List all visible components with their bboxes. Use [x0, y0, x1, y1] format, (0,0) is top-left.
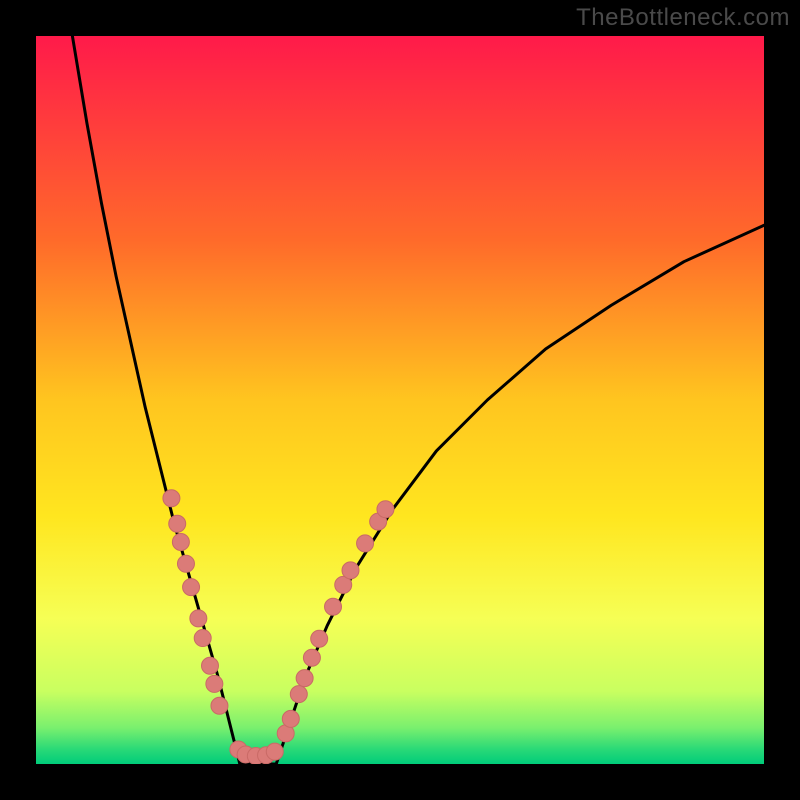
- plot-area: [36, 36, 764, 764]
- data-dot: [311, 630, 328, 647]
- data-dot: [211, 697, 228, 714]
- data-dot: [172, 533, 189, 550]
- data-dot: [194, 630, 211, 647]
- data-dot: [357, 535, 374, 552]
- data-dot: [266, 743, 283, 760]
- watermark-text: TheBottleneck.com: [576, 4, 790, 32]
- data-dot: [282, 710, 299, 727]
- data-dot: [169, 515, 186, 532]
- chart-container: TheBottleneck.com: [0, 0, 800, 800]
- data-dot: [183, 579, 200, 596]
- data-dot: [177, 555, 194, 572]
- data-dot: [303, 649, 320, 666]
- gradient-background: [36, 36, 764, 764]
- data-dot: [377, 501, 394, 518]
- data-dot: [290, 686, 307, 703]
- data-dot: [325, 598, 342, 615]
- data-dot: [201, 657, 218, 674]
- data-dot: [206, 675, 223, 692]
- data-dot: [342, 562, 359, 579]
- data-dot: [190, 610, 207, 627]
- plot-svg: [36, 36, 764, 764]
- data-dot: [296, 670, 313, 687]
- data-dot: [163, 490, 180, 507]
